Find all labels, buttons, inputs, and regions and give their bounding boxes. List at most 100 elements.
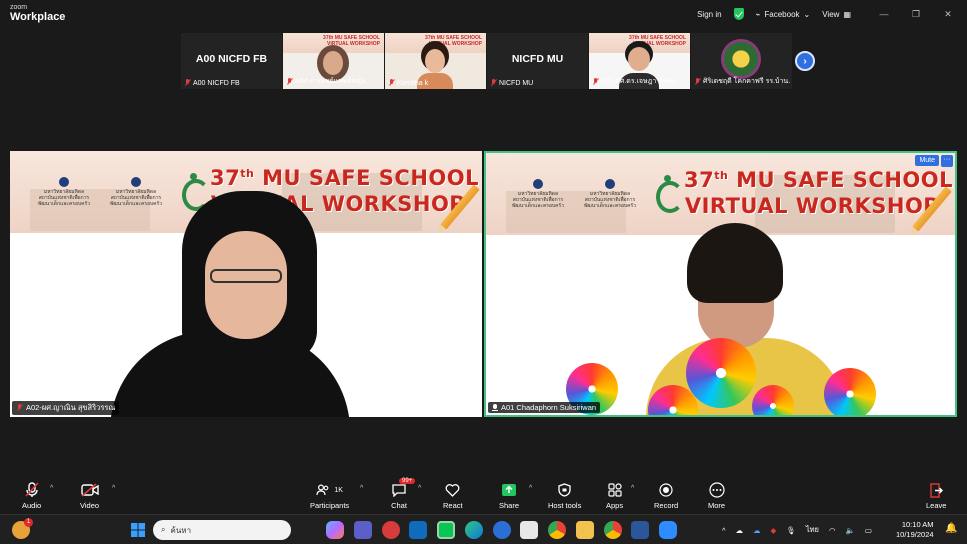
participant-tile[interactable]: 37th MU SAFE SCHOOL VIRTUAL WORKSHOP Koni…	[385, 33, 486, 89]
clock-date: 10/19/2024	[896, 530, 934, 539]
participant-tile[interactable]: A00 NICFD FB A00 NICFD FB	[181, 33, 282, 89]
participants-icon: 1K	[316, 481, 343, 499]
view-label: View	[822, 9, 840, 19]
chat-options-caret-icon[interactable]: ^	[418, 485, 421, 492]
participant-name: NICFD MU	[499, 79, 534, 87]
cloud-icon[interactable]: ☁	[736, 526, 744, 535]
mic-muted-icon	[286, 77, 293, 86]
notifications-bell-icon[interactable]: 🔔	[945, 523, 957, 534]
uni-sub: สถาบันแห่งชาติเพื่อการพัฒนาเด็กและครอบคร…	[511, 197, 565, 209]
line-icon[interactable]	[437, 521, 455, 539]
mute-participant-button[interactable]: Mute	[915, 155, 939, 166]
wifi-icon[interactable]: ◠	[829, 526, 836, 535]
apps-options-caret-icon[interactable]: ^	[631, 485, 634, 492]
settings-app-icon[interactable]	[493, 521, 511, 539]
audio-label: Audio	[22, 501, 42, 510]
top-right-controls: Sign in ⌁ Facebook ⌄ View ▦ — ❐ ✕	[697, 0, 967, 28]
facebook-label: Facebook	[764, 9, 800, 19]
uni-sub: สถาบันแห่งชาติเพื่อการพัฒนาเด็กและครอบคร…	[583, 197, 637, 209]
share-button[interactable]: Share	[499, 481, 519, 510]
onedrive-icon[interactable]: ☁	[753, 526, 761, 535]
broadcast-icon: ⌁	[755, 9, 761, 19]
word-icon[interactable]	[631, 521, 649, 539]
file-explorer-icon[interactable]	[576, 521, 594, 539]
chrome-icon[interactable]	[548, 521, 566, 539]
restore-window-icon[interactable]: ❐	[905, 7, 927, 21]
participants-count: 1K	[334, 486, 343, 494]
heart-icon	[445, 481, 460, 499]
view-button[interactable]: View ▦	[822, 10, 851, 19]
host-tools-button[interactable]: Host tools	[548, 481, 581, 510]
app-icon[interactable]	[382, 521, 400, 539]
livestream-facebook-button[interactable]: ⌁ Facebook ⌄	[756, 10, 811, 19]
mic-muted-icon	[694, 77, 701, 86]
encryption-status[interactable]	[733, 8, 744, 20]
battery-icon[interactable]: ▭	[865, 526, 872, 535]
apps-button[interactable]: Apps	[606, 481, 623, 510]
share-options-caret-icon[interactable]: ^	[529, 485, 532, 492]
close-window-icon[interactable]: ✕	[937, 7, 959, 21]
lollipop-filter-icon	[686, 338, 756, 408]
taskbar-clock[interactable]: 10:10 AM 10/19/2024	[896, 520, 934, 540]
sign-in-link[interactable]: Sign in	[697, 10, 721, 19]
participant-name-large: A00 NICFD FB	[195, 53, 268, 65]
participant-tile[interactable]: 37th MU SAFE SCHOOL VIRTUAL WORKSHOP A03-…	[589, 33, 690, 89]
copilot-icon[interactable]	[326, 521, 344, 539]
participant-name-large: NICFD MU	[511, 53, 564, 65]
teams-icon[interactable]	[354, 521, 372, 539]
participant-tile[interactable]: ศิริเดชฤดี โคกคาฟรี รร.บ้าน...	[691, 33, 792, 89]
chevron-down-icon: ⌄	[803, 9, 811, 19]
dropbox-icon[interactable]: ◆	[771, 526, 777, 535]
virtual-background-banner: มหาวิทยาลัยมหิดล สถาบันแห่งชาติเพื่อการพ…	[486, 153, 955, 235]
store-icon[interactable]	[520, 521, 538, 539]
react-label: React	[443, 501, 463, 510]
participant-tile[interactable]: 37th MU SAFE SCHOOL VIRTUAL WORKSHOP A04-…	[283, 33, 384, 89]
zoom-icon[interactable]	[659, 521, 677, 539]
brand-small: zoom	[10, 4, 28, 11]
video-options-caret-icon[interactable]: ^	[112, 485, 115, 492]
notification-badge: 1	[24, 518, 33, 527]
chat-unread-badge: 99+	[399, 478, 416, 484]
outlook-icon[interactable]	[409, 521, 427, 539]
participants-options-caret-icon[interactable]: ^	[360, 485, 363, 492]
tile-more-options-button[interactable]: ···	[941, 155, 953, 167]
apps-icon	[607, 481, 622, 499]
search-placeholder: ค้นหา	[170, 525, 192, 535]
tray-expand-icon[interactable]: ^	[722, 526, 726, 535]
weather-widget-icon[interactable]: 1	[12, 518, 33, 539]
nicfd-logo-icon	[656, 175, 684, 213]
video-button[interactable]: Video	[80, 481, 99, 510]
participant-face	[628, 47, 650, 71]
react-button[interactable]: React	[443, 481, 463, 510]
participant-name: A01 Chadaphorn Suksiriwan	[501, 403, 597, 412]
participants-button[interactable]: 1K Participants	[310, 481, 349, 510]
taskbar-search-box[interactable]: ⌕ ค้นหา	[153, 520, 291, 540]
more-button[interactable]: More	[708, 481, 725, 510]
record-button[interactable]: Record	[654, 481, 678, 510]
nicfd-logo-icon	[182, 173, 210, 211]
next-page-button[interactable]: ›	[795, 51, 815, 71]
host-tools-label: Host tools	[548, 501, 582, 510]
audio-button[interactable]: Audio	[22, 481, 41, 510]
mahidol-emblem-icon	[605, 179, 615, 189]
audio-options-caret-icon[interactable]: ^	[50, 485, 53, 492]
mic-muted-icon	[16, 404, 23, 412]
participant-tile[interactable]: NICFD MU NICFD MU	[487, 33, 588, 89]
participant-strip: A00 NICFD FB A00 NICFD FB 37th MU SAFE S…	[181, 33, 792, 89]
title-sup: th	[240, 167, 255, 180]
speaker-icon[interactable]: 🔈	[846, 526, 855, 535]
edge-icon[interactable]	[465, 521, 483, 539]
participant-name: ศิริเดชฤดี โคกคาฟรี รร.บ้าน...	[703, 78, 790, 85]
video-tile-active-speaker[interactable]: มหาวิทยาลัยมหิดล สถาบันแห่งชาติเพื่อการพ…	[484, 151, 957, 417]
chat-button[interactable]: 99+ Chat	[391, 478, 416, 510]
minimize-window-icon[interactable]: —	[873, 7, 895, 21]
chrome-profile-icon[interactable]	[604, 521, 622, 539]
input-language[interactable]: ไทย	[806, 524, 819, 536]
leave-button[interactable]: Leave	[926, 481, 946, 510]
microphone-icon[interactable]: 🎙	[786, 526, 796, 535]
title-ordinal: 37	[210, 166, 241, 190]
university-logo: มหาวิทยาลัยมหิดล สถาบันแห่งชาติเพื่อการพ…	[32, 177, 96, 207]
mahidol-emblem-icon	[533, 179, 543, 189]
windows-start-icon[interactable]	[129, 521, 147, 539]
video-tile-left[interactable]: มหาวิทยาลัยมหิดล สถาบันแห่งชาติเพื่อการพ…	[10, 151, 482, 417]
